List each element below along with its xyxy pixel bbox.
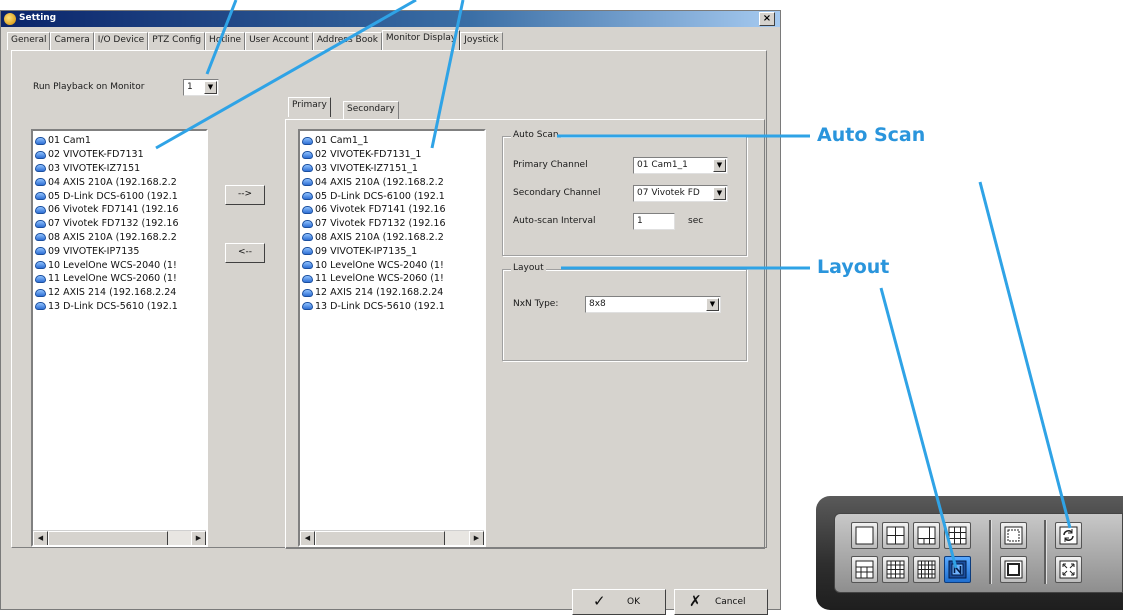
annotation-overlay <box>155 0 1072 569</box>
callout-line-monitor-list <box>430 0 465 149</box>
callout-line-auto-scan-button <box>978 181 1072 529</box>
callout-line-layout-button <box>879 287 958 569</box>
auto-scan-callout: Auto Scan <box>817 124 926 146</box>
callout-line-source-list <box>155 0 417 150</box>
callout-line-playback <box>205 0 238 75</box>
layout-callout: Layout <box>817 256 890 278</box>
